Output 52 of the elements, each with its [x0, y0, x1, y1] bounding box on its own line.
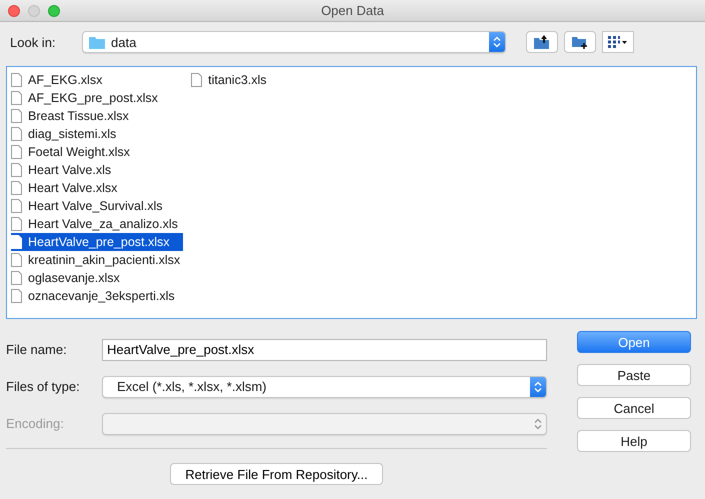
file-icon: [11, 91, 22, 105]
stepper-icon: [493, 36, 501, 48]
file-icon: [11, 199, 22, 213]
file-item[interactable]: Heart Valve.xls: [11, 161, 184, 179]
file-item[interactable]: oznacevanje_3eksperti.xls: [11, 287, 184, 305]
window-title: Open Data: [320, 3, 385, 18]
file-item[interactable]: Foetal Weight.xlsx: [11, 143, 184, 161]
dialog-button[interactable]: Help: [577, 430, 691, 452]
file-icon: [11, 163, 22, 177]
stepper-icon: [534, 418, 542, 430]
file-item[interactable]: AF_EKG_pre_post.xlsx: [11, 89, 184, 107]
file-item[interactable]: oglasevanje.xlsx: [11, 269, 184, 287]
file-icon: [11, 253, 22, 267]
view-menu-button[interactable]: [602, 31, 634, 53]
file-icon: [11, 127, 22, 141]
file-item[interactable]: Heart Valve_Survival.xls: [11, 197, 184, 215]
close-icon[interactable]: [8, 4, 20, 16]
grid-list-icon: [608, 36, 628, 48]
encoding-label: Encoding:: [6, 416, 65, 431]
folder-up-arrow-icon: [534, 35, 550, 49]
dialog-button[interactable]: Cancel: [577, 397, 691, 419]
file-type-label: Files of type:: [6, 379, 81, 394]
file-icon: [11, 145, 22, 159]
file-icon: [11, 217, 22, 231]
new-folder-button[interactable]: [564, 31, 596, 53]
file-item[interactable]: AF_EKG.xlsx: [11, 71, 184, 89]
file-icon: [11, 271, 22, 285]
zoom-icon[interactable]: [48, 4, 60, 16]
file-item[interactable]: Breast Tissue.xlsx: [11, 107, 184, 125]
file-item[interactable]: titanic3.xls: [191, 71, 270, 89]
look-in-dropdown[interactable]: data: [82, 31, 506, 53]
retrieve-from-repository-button[interactable]: Retrieve File From Repository...: [170, 463, 383, 485]
file-item[interactable]: Heart Valve.xlsx: [11, 179, 184, 197]
file-icon: [191, 73, 202, 87]
stepper-icon: [534, 380, 542, 392]
folder-icon: [89, 36, 105, 48]
file-name-label: File name:: [6, 342, 68, 357]
file-icon: [11, 289, 22, 303]
file-icon: [11, 109, 22, 123]
file-icon: [11, 235, 22, 249]
file-type-dropdown[interactable]: Excel (*.xls, *.xlsx, *.xlsm): [102, 376, 547, 398]
file-item[interactable]: Heart Valve_za_analizo.xls: [11, 215, 184, 233]
file-item[interactable]: kreatinin_akin_pacienti.xlsx: [11, 251, 184, 269]
file-item[interactable]: diag_sistemi.xls: [11, 125, 184, 143]
file-item[interactable]: HeartValve_pre_post.xlsx: [11, 233, 184, 251]
file-icon: [11, 181, 22, 195]
up-folder-button[interactable]: [526, 31, 558, 53]
folder-plus-icon: [572, 35, 588, 49]
look-in-label: Look in:: [10, 34, 57, 50]
file-name-field[interactable]: HeartValve_pre_post.xlsx: [102, 338, 547, 360]
file-icon: [11, 73, 22, 87]
dialog-button[interactable]: Paste: [577, 364, 691, 386]
